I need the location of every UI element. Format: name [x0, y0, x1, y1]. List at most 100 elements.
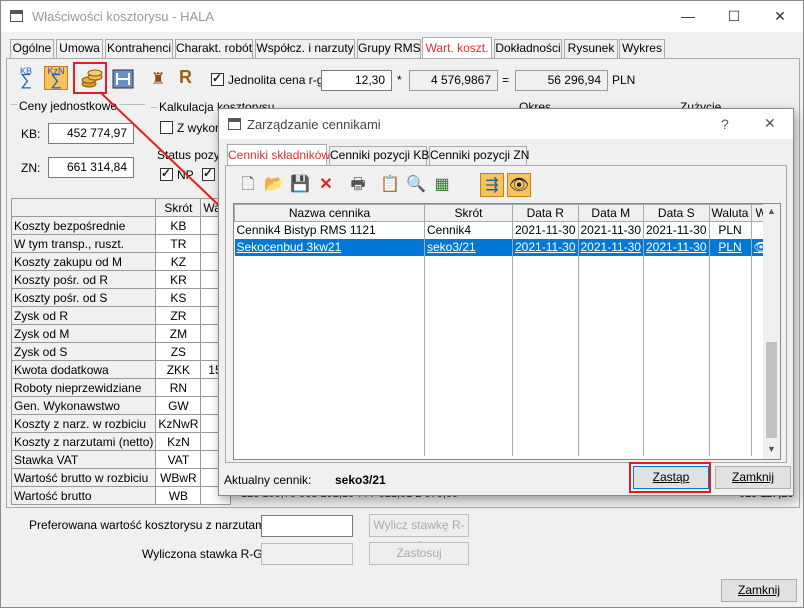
unit-price-input[interactable]: 12,30 [321, 70, 392, 91]
grid-cell-short: ZS [155, 342, 202, 361]
tab-zn-price-lists[interactable]: Cenniki pozycji ZN [429, 146, 529, 165]
r-icon[interactable]: R [179, 67, 192, 88]
grid-row[interactable]: Wartość brutto WB [10, 486, 232, 505]
col-currency[interactable]: Waluta [708, 204, 752, 222]
grid-cell-short: KzNwR [155, 414, 202, 433]
tab-rysunek[interactable]: Rysunek [564, 39, 618, 58]
print-icon[interactable]: 🖶 [346, 173, 370, 197]
kzn-sum-icon[interactable]: KzN ∑ [44, 66, 68, 90]
grid-cell-short: KS [155, 288, 202, 307]
col-date-m[interactable]: Data M [577, 204, 644, 222]
price-list-cell-date-r: 2021-11-30 [512, 238, 579, 256]
grid-cell-short: RN [155, 378, 202, 397]
grid-cell-short: KzN [155, 432, 202, 451]
price-list-dialog: Zarządzanie cennikami ? ✕ Cenniki składn… [218, 108, 794, 496]
grid-cell-name: Koszty bezpośrednie [10, 216, 157, 235]
tab-wykres[interactable]: Wykres [619, 39, 665, 58]
price-list-cell-date-m: 2021-11-30 [578, 221, 644, 239]
preferred-input[interactable] [261, 515, 353, 537]
current-list-value: seko3/21 [335, 473, 386, 487]
close-button[interactable]: Zamknij [721, 579, 797, 602]
col-short[interactable]: Skrót [424, 204, 513, 222]
grid-row[interactable]: Koszty zakupu od MKZ1 [10, 252, 232, 271]
calc-rate-button[interactable]: Wylicz stawkę R-G [369, 514, 469, 553]
grid-cell-name: Gen. Wykonawstwo [10, 396, 157, 415]
grid-cell-name: Zysk od S [10, 342, 157, 361]
tab-wspolcz-narzuty[interactable]: Współcz. i narzuty [255, 39, 355, 58]
price-list-cell-currency: PLN [709, 238, 752, 256]
worker-icon[interactable]: ♜ [151, 69, 165, 89]
uniform-price-checkbox[interactable] [211, 71, 224, 86]
tab-wart-koszt[interactable]: Wart. koszt. [422, 37, 492, 59]
np-checkbox[interactable] [160, 166, 173, 181]
scroll-thumb[interactable] [766, 342, 777, 438]
maximize-button[interactable]: ☐ [711, 1, 757, 32]
price-list-row[interactable]: Cennik4 Bistyp RMS 1121 Cennik4 2021-11-30… [234, 221, 772, 239]
minimize-button[interactable]: — [665, 1, 711, 32]
dialog-close-button[interactable]: ✕ [764, 115, 776, 132]
tab-kb-price-lists[interactable]: Cenniki pozycji KB [329, 146, 429, 165]
grid-cell-short: GW [155, 396, 202, 415]
tab-umowa[interactable]: Umowa [56, 39, 103, 58]
clipboard-icon[interactable]: 📋 [378, 173, 402, 197]
list-toggle-icon[interactable]: ⇶ [480, 173, 504, 197]
currency-label: PLN [612, 73, 636, 87]
np-label: NP [177, 168, 194, 182]
col-date-s[interactable]: Data S [643, 204, 710, 222]
calc-checkbox[interactable] [160, 121, 173, 134]
close-window-button[interactable]: ✕ [757, 1, 803, 32]
dialog-cancel-button[interactable]: Zamknij [715, 466, 791, 489]
grid-row[interactable]: Kwota dodatkowaZKK150 [10, 360, 232, 379]
price-list-cell-date-m: 2021-11-30 [578, 238, 644, 256]
tab-ogolne[interactable]: Ogólne [10, 39, 54, 58]
grid-row[interactable]: Koszty z narz. w rozbiciuKzNwR2 [10, 414, 232, 433]
tab-kontrahenci[interactable]: Kontrahenci [105, 39, 173, 58]
dialog-help-button[interactable]: ? [721, 116, 729, 132]
tab-charakt-robot[interactable]: Charakt. robót [175, 39, 253, 58]
grid-row[interactable]: Roboty nieprzewidziane RN [10, 378, 232, 397]
grid-row[interactable]: Koszty pośr. od RKR5 [10, 270, 232, 289]
apply-button[interactable]: Zastosuj [369, 542, 469, 565]
scroll-up-icon[interactable]: ▲ [767, 206, 776, 216]
grid-row[interactable]: Zysk od RZR1 [10, 306, 232, 325]
grid-cell-short: ZKK [155, 360, 202, 379]
title-bar: Właściwości kosztorysu - HALA — ☐ ✕ [1, 1, 803, 32]
new-document-icon[interactable]: 🗋 [236, 173, 260, 197]
calculator-grid-icon[interactable] [111, 67, 135, 91]
hours-field: 4 576,9867 [409, 70, 498, 91]
grid-row[interactable]: Gen. WykonawstwoGW1 [10, 396, 232, 415]
eye-icon[interactable]: 👁 [507, 173, 531, 197]
grid-cell-name: Kwota dodatkowa [10, 360, 157, 379]
grid-row[interactable]: Koszty z narzutami (netto) KzN [10, 432, 232, 451]
tab-dokladnosci[interactable]: Dokładności [494, 39, 562, 58]
search-icon[interactable]: 🔍 [404, 173, 428, 197]
kb-sum-icon[interactable]: KB ∑ [14, 67, 38, 91]
status-checkbox-2[interactable] [202, 166, 215, 181]
save-icon[interactable]: 💾 [288, 173, 312, 197]
grid-row[interactable]: W tym transp., ruszt. TR [10, 234, 232, 253]
grid-row[interactable]: Wartość brutto w rozbiciuWBwR2 [10, 468, 232, 487]
scroll-down-icon[interactable]: ▼ [767, 444, 776, 454]
grid-row[interactable]: Zysk od SZS1 [10, 342, 232, 361]
grid-row[interactable]: Koszty bezpośrednie KB [10, 216, 232, 235]
spreadsheet-icon[interactable]: ▦ [430, 173, 454, 197]
price-list-cell-date-s: 2021-11-30 [643, 221, 710, 239]
grid-row[interactable]: Koszty pośr. od SKS5 [10, 288, 232, 307]
grid-header-name [10, 198, 157, 217]
tab-grupy-rms[interactable]: Grupy RMS [357, 39, 421, 58]
grid-row[interactable]: Stawka VATVAT2 [10, 450, 232, 469]
tab-component-price-lists[interactable]: Cenniki składników [227, 144, 330, 166]
grid-cell-short: ZR [155, 306, 202, 325]
open-folder-icon[interactable]: 📂 [262, 173, 286, 197]
uniform-price-label: Jednolita cena r-g: [228, 73, 327, 87]
dialog-title-bar: Zarządzanie cennikami ? ✕ [219, 109, 793, 139]
col-name[interactable]: Nazwa cennika [234, 204, 425, 222]
grid-row[interactable]: Zysk od M ZM [10, 324, 232, 343]
price-list-row[interactable]: Sekocenbud 3kw21 seko3/21 2021-11-30 2021-1… [234, 238, 772, 256]
list-scrollbar[interactable]: ▲ ▼ [763, 204, 780, 459]
price-list-cell-currency: PLN [709, 221, 752, 239]
grid-cell-short: WB [155, 486, 202, 505]
delete-icon[interactable]: ✕ [314, 173, 338, 197]
col-date-r[interactable]: Data R [512, 204, 579, 222]
computed-label: Wyliczona stawka R-G: [142, 547, 266, 561]
